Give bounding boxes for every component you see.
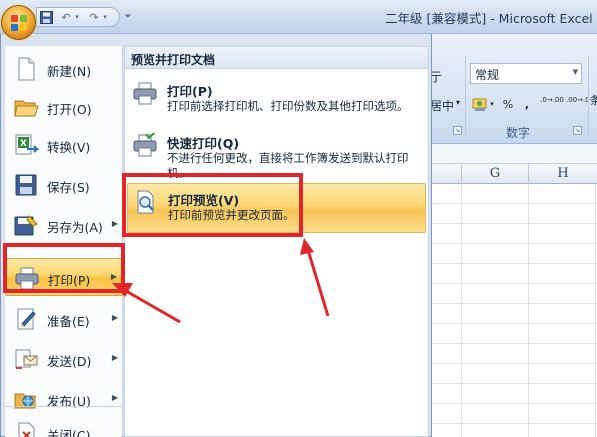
menu-item-save[interactable]: 保存(S) bbox=[5, 166, 123, 204]
menu-item-publish[interactable]: 发布(U) ▶ bbox=[5, 380, 123, 418]
title-bar: ↶ ▾ ↷ ▾ ⏷ 二年级 [兼容模式] - Microsoft Excel bbox=[0, 0, 597, 34]
conditional-format-fragment[interactable]: 条 bbox=[590, 92, 597, 108]
submenu-arrow-icon: ▶ bbox=[111, 313, 118, 322]
column-headers: G H bbox=[425, 164, 597, 184]
number-format-value: 常规 bbox=[475, 68, 500, 82]
number-dialog-launcher-icon[interactable]: ↘ bbox=[573, 126, 582, 135]
new-document-icon bbox=[18, 57, 35, 81]
menu-item-label: 另存为(A) bbox=[47, 220, 103, 235]
menu-item-label: 发布(U) bbox=[47, 394, 91, 409]
accounting-format-icon[interactable] bbox=[472, 96, 488, 113]
column-header-g[interactable]: G bbox=[461, 164, 528, 184]
chevron-down-icon: ▼ bbox=[572, 68, 578, 76]
window-title: 二年级 [兼容模式] - Microsoft Excel bbox=[385, 11, 593, 26]
print-submenu-header: 预览并打印文档 bbox=[125, 47, 428, 69]
office-logo-icon bbox=[11, 15, 27, 31]
print-option-description: 打印前选择打印机、打印份数及其他打印选项。 bbox=[167, 99, 409, 113]
redo-dropdown-icon[interactable]: ▾ bbox=[101, 10, 109, 25]
menu-divider bbox=[5, 406, 123, 407]
menu-item-send[interactable]: 发送(D) ▶ bbox=[5, 340, 123, 378]
annotation-box-print-preview bbox=[122, 173, 303, 237]
menu-item-label: 保存(S) bbox=[47, 180, 90, 195]
percent-style-button[interactable]: % bbox=[500, 96, 516, 113]
save-icon bbox=[15, 174, 37, 196]
save-as-icon bbox=[14, 215, 38, 236]
number-group-label: 数字 bbox=[506, 126, 531, 140]
close-document-icon bbox=[18, 422, 35, 437]
menu-item-open[interactable]: 打开(O) bbox=[5, 88, 123, 126]
accounting-dropdown-icon[interactable]: ▾ bbox=[488, 96, 496, 113]
menu-item-label: 准备(E) bbox=[47, 314, 90, 329]
column-header-h[interactable]: H bbox=[528, 164, 597, 184]
number-format-select[interactable]: 常规 ▼ bbox=[470, 63, 582, 84]
send-icon bbox=[15, 349, 38, 369]
group-separator bbox=[465, 56, 466, 138]
decrease-decimal-button[interactable]: .00→.0 bbox=[566, 96, 590, 113]
print-option-print[interactable]: 打印(P) 打印前选择打印机、打印份数及其他打印选项。 bbox=[127, 75, 426, 125]
undo-icon[interactable]: ↶ bbox=[59, 10, 73, 25]
submenu-arrow-icon: ▶ bbox=[111, 393, 118, 402]
comma-style-button[interactable]: , bbox=[520, 96, 534, 113]
submenu-arrow-icon: ▶ bbox=[111, 219, 118, 228]
menu-item-label: 新建(N) bbox=[47, 64, 92, 79]
menu-item-label: 打开(O) bbox=[47, 102, 92, 117]
ribbon-merge-center-fragment[interactable]: 居中 bbox=[430, 97, 454, 114]
print-submenu: 预览并打印文档 打印(P) 打印前选择打印机、打印份数及其他打印选项。 快速打印… bbox=[124, 46, 429, 437]
menu-item-save-as[interactable]: 另存为(A) ▶ bbox=[5, 206, 123, 244]
submenu-arrow-icon: ▶ bbox=[111, 353, 118, 362]
convert-icon: X bbox=[15, 134, 39, 155]
publish-icon bbox=[14, 393, 36, 409]
redo-icon[interactable]: ↷ bbox=[87, 10, 101, 25]
annotation-box-print bbox=[3, 243, 125, 293]
printer-icon bbox=[133, 82, 157, 105]
quick-print-icon bbox=[133, 133, 157, 157]
print-option-title: 打印(P) bbox=[167, 84, 213, 99]
formula-bar[interactable] bbox=[425, 144, 597, 164]
svg-text:X: X bbox=[20, 139, 27, 149]
customize-toolbar-icon[interactable]: ⏷ bbox=[123, 10, 133, 25]
open-folder-icon bbox=[14, 100, 39, 117]
undo-dropdown-icon[interactable]: ▾ bbox=[73, 10, 81, 25]
office-menu-commands: 新建(N) 打开(O) X 转换(V) 保存(S) 另存为(A) ▶ 打印(P)… bbox=[5, 46, 123, 437]
menu-item-convert[interactable]: X 转换(V) bbox=[5, 126, 123, 164]
qat-save-icon[interactable] bbox=[40, 11, 53, 24]
menu-item-label: 发送(D) bbox=[47, 354, 92, 369]
menu-item-new[interactable]: 新建(N) bbox=[5, 50, 123, 88]
menu-item-close[interactable]: 关闭(C) bbox=[5, 414, 123, 437]
prepare-icon bbox=[17, 308, 36, 330]
print-option-title: 快速打印(Q) bbox=[167, 136, 240, 151]
merge-dropdown-icon[interactable]: ▾ bbox=[456, 98, 460, 107]
group-separator bbox=[588, 56, 589, 138]
cell-grid[interactable] bbox=[425, 184, 597, 437]
menu-item-label: 转换(V) bbox=[47, 140, 91, 155]
office-button[interactable] bbox=[1, 5, 36, 40]
increase-decimal-button[interactable]: .0→.00 bbox=[540, 96, 564, 113]
menu-item-label: 关闭(C) bbox=[47, 428, 91, 437]
menu-item-prepare[interactable]: 准备(E) ▶ bbox=[5, 300, 123, 338]
alignment-dialog-launcher-icon[interactable]: ↘ bbox=[453, 126, 462, 135]
